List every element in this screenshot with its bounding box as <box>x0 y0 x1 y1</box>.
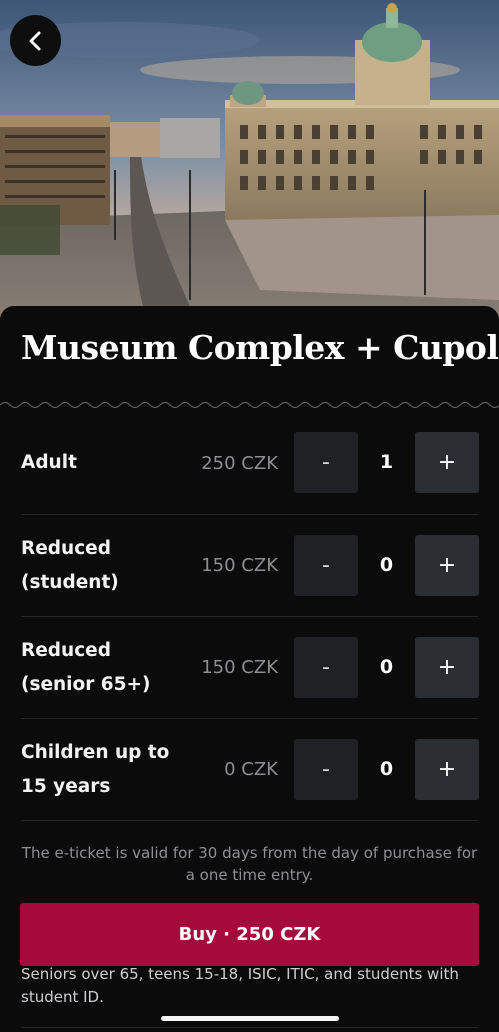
hero-image <box>0 0 499 330</box>
validity-note: The e-ticket is valid for 30 days from t… <box>21 844 478 884</box>
ticket-price: 150 CZK <box>201 555 278 576</box>
ticket-price: 0 CZK <box>224 759 278 780</box>
ticket-type-label: Children up to 15 years <box>21 742 170 797</box>
ticket-row-children: Children up to 15 years 0 CZK - 0 + <box>0 719 499 821</box>
home-indicator[interactable] <box>161 1016 339 1021</box>
quantity-value: 0 <box>379 758 394 780</box>
ticket-type-label: Reduced (student) <box>21 538 119 593</box>
row-divider <box>21 820 478 821</box>
quantity-value: 0 <box>379 554 394 576</box>
ticket-type-label: Adult <box>21 452 77 473</box>
decrease-button[interactable]: - <box>294 535 358 596</box>
ticket-price: 150 CZK <box>201 657 278 678</box>
ticket-row-senior: Reduced (senior 65+) 150 CZK - 0 + <box>0 617 499 719</box>
ticket-row-adult: Adult 250 CZK - 1 + <box>0 413 499 515</box>
reduced-eligibility-info: Seniors over 65, teens 15-18, ISIC, ITIC… <box>21 965 459 1006</box>
decrease-button[interactable]: - <box>294 739 358 800</box>
decrease-button[interactable]: - <box>294 432 358 493</box>
increase-button[interactable]: + <box>415 535 479 596</box>
increase-button[interactable]: + <box>415 432 479 493</box>
ticket-title: Museum Complex + Cupola <box>21 328 499 367</box>
buy-button[interactable]: Buy · 250 CZK <box>20 903 479 966</box>
ticket-type-label: Reduced (senior 65+) <box>21 640 151 695</box>
quantity-value: 0 <box>379 656 394 678</box>
decrease-button[interactable]: - <box>294 637 358 698</box>
museum-photo <box>0 0 499 330</box>
ticket-price: 250 CZK <box>201 453 278 474</box>
quantity-value: 1 <box>379 451 394 473</box>
increase-button[interactable]: + <box>415 739 479 800</box>
ticket-row-student: Reduced (student) 150 CZK - 0 + <box>0 515 499 617</box>
chevron-left-icon <box>29 31 40 50</box>
wavy-divider <box>0 401 499 409</box>
ticket-sheet: Museum Complex + Cupola Adult 250 CZK - … <box>0 306 499 1032</box>
increase-button[interactable]: + <box>415 637 479 698</box>
bottom-divider <box>21 1027 478 1028</box>
back-button[interactable] <box>10 15 61 66</box>
